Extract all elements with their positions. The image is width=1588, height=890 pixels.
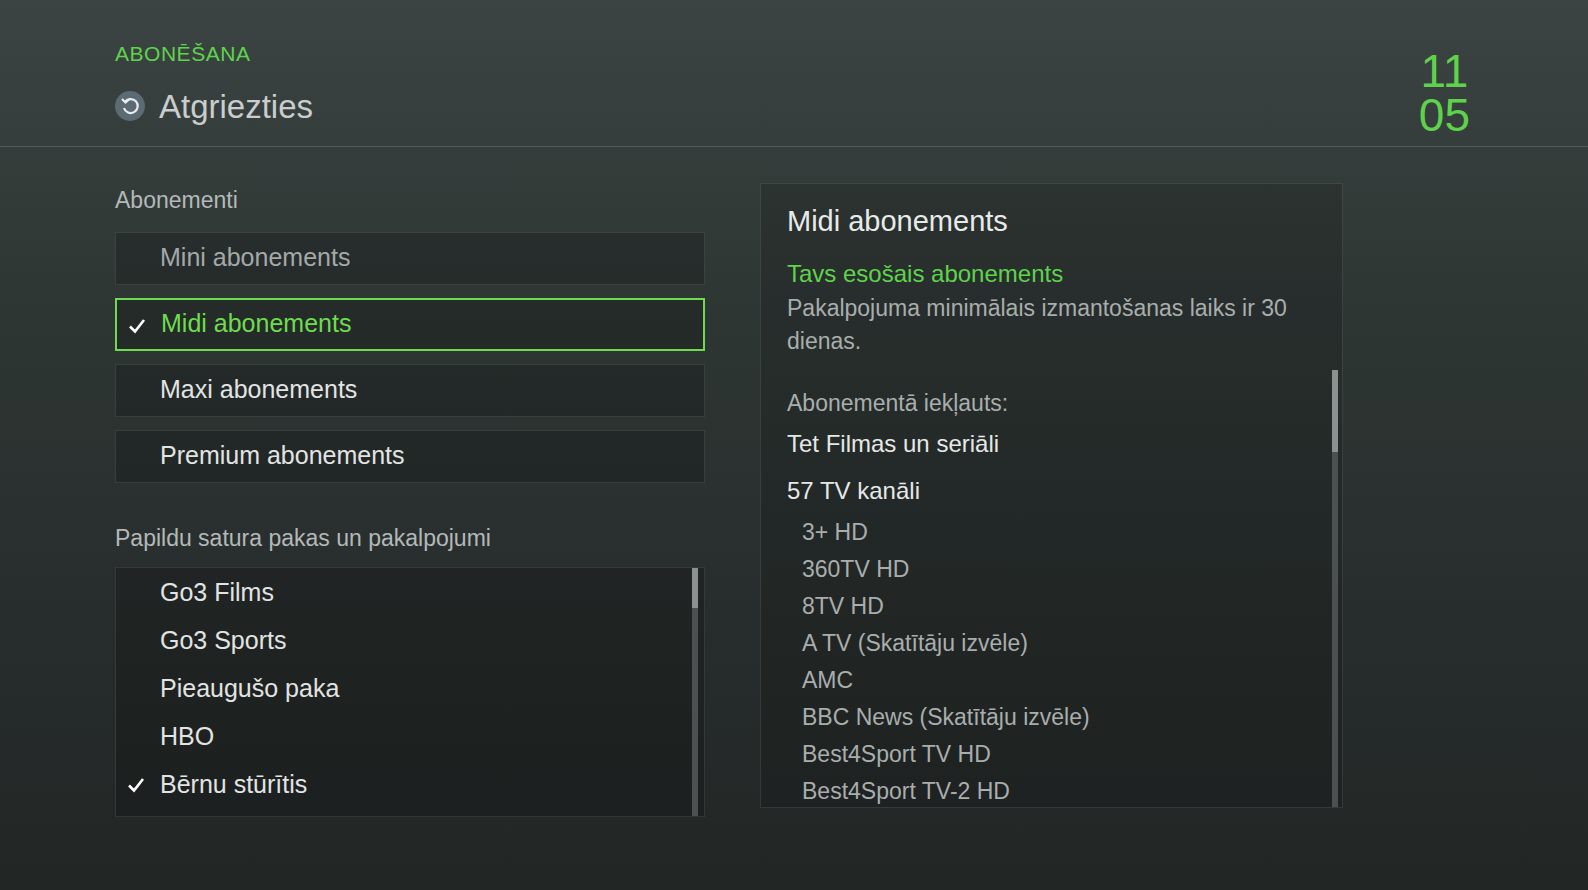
addons-list: Go3 FilmsGo3 SportsPieaugušo pakaHBOBērn… [115,567,705,817]
subscription-item[interactable]: Maxi abonements [115,364,705,417]
channel-item: BBC News (Skatītāju izvēle) [802,699,1332,736]
included-item: Tet Filmas un seriāli [787,420,1332,467]
details-scrollbar[interactable] [1332,184,1338,807]
details-description: Pakalpojuma minimālais izmantošanas laik… [787,292,1332,358]
channel-item: A TV (Skatītāju izvēle) [802,625,1332,662]
included-label: Abonementā iekļauts: [787,386,1332,421]
addon-item[interactable]: Go3 Sports [116,617,692,665]
header: ABONĒŠANA Atgriezties 11 05 [0,0,1588,147]
channel-item: Best4Sport TV HD [802,736,1332,773]
clock: 11 05 [1419,50,1470,137]
section-title: ABONĒŠANA [115,38,313,70]
check-icon [127,316,147,336]
details-status: Tavs esošais abonements [787,256,1332,292]
back-button[interactable]: Atgriezties [115,82,313,132]
details-panel: Midi abonements Tavs esošais abonements … [760,183,1343,808]
subscription-item[interactable]: Mini abonements [115,232,705,285]
subscription-item[interactable]: Premium abonements [115,430,705,483]
channel-item: 8TV HD [802,588,1332,625]
subscription-item[interactable]: Midi abonements [115,298,705,351]
channel-item: 360TV HD [802,551,1332,588]
details-title: Midi abonements [787,200,1332,244]
channel-item: 3+ HD [802,514,1332,551]
section-label: Abonementi [115,183,705,218]
channel-item: AMC [802,662,1332,699]
channel-item: Best4Sport TV-2 HD [802,773,1332,807]
included-item: 57 TV kanāli [787,467,1332,514]
check-icon [126,775,146,795]
addon-item[interactable]: Go3 Films [116,569,692,617]
section-label: Papildu satura pakas un pakalpojumi [115,521,705,556]
back-icon [115,91,145,121]
left-column: Abonementi Mini abonements Midi abonement… [115,183,705,817]
scrollbar[interactable] [692,568,698,816]
addon-item[interactable]: Pieaugušo paka [116,665,692,713]
addon-item[interactable]: HBO [116,713,692,761]
addon-item[interactable]: Bērnu stūrītis [116,761,692,809]
